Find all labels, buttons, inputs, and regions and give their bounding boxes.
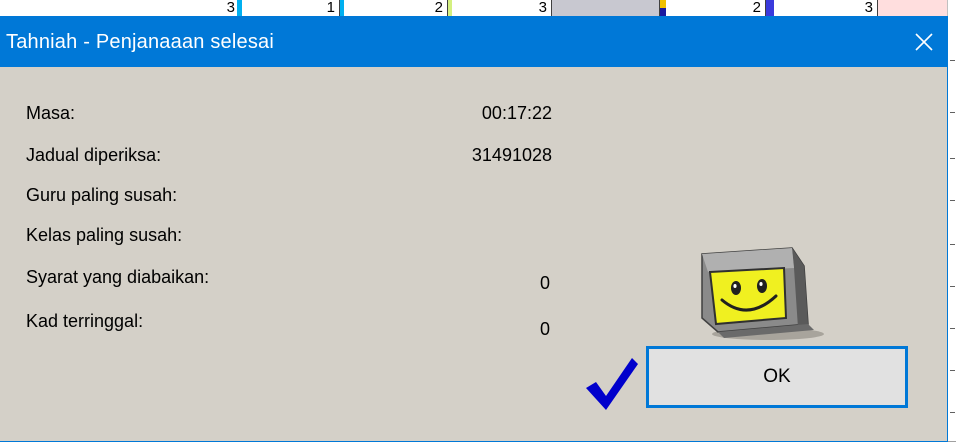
- stat-value-time: 00:17:22: [481, 103, 552, 123]
- stat-value-remaining-cards: 0: [539, 319, 550, 339]
- timetable-cell-empty: [552, 0, 660, 16]
- dialog-title: Tahniah - Penjanaaan selesai: [6, 31, 275, 53]
- background-timetable-right-edge: [947, 0, 956, 448]
- timetable-cell: 3: [774, 0, 878, 16]
- ok-button-label: OK: [763, 366, 791, 387]
- dialog-titlebar[interactable]: Tahniah - Penjanaaan selesai: [0, 17, 947, 67]
- timetable-marker: [766, 0, 774, 16]
- stat-label-ignored-constraints: Syarat yang diabaikan:: [26, 267, 210, 287]
- background-timetable-strip: 3 1 2 3 2 3: [0, 0, 956, 17]
- stat-label-schedules-checked: Jadual diperiksa:: [26, 145, 162, 165]
- stat-value-ignored-constraints: 0: [539, 273, 550, 293]
- timetable-cell: 1: [242, 0, 340, 16]
- close-icon: [915, 33, 933, 51]
- timetable-cell: 3: [452, 0, 552, 16]
- timetable-cell: 2: [344, 0, 448, 16]
- stat-label-hardest-class: Kelas paling susah:: [26, 225, 183, 245]
- background-timetable-bottom-edge: [0, 441, 956, 448]
- stat-label-hardest-teacher: Guru paling susah:: [26, 185, 178, 205]
- stat-label-remaining-cards: Kad terringgal:: [26, 311, 144, 331]
- stat-label-time: Masa:: [26, 103, 76, 123]
- smiling-computer-icon: [701, 247, 824, 340]
- timetable-cell-highlight: [878, 0, 956, 16]
- ok-button[interactable]: OK: [646, 346, 908, 408]
- checkmark-icon: [586, 358, 638, 410]
- timetable-cell: 2: [666, 0, 766, 16]
- close-button[interactable]: [901, 17, 947, 67]
- timetable-cell: 3: [128, 0, 240, 16]
- stat-value-schedules-checked: 31491028: [471, 145, 552, 165]
